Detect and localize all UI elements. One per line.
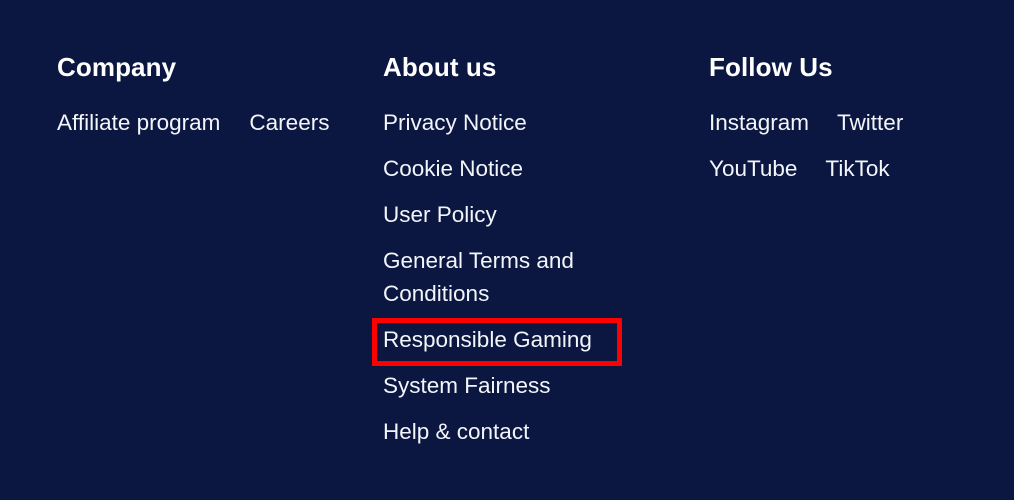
site-footer: Company Affiliate program Careers About … (0, 0, 1014, 500)
footer-link-instagram[interactable]: Instagram (709, 106, 809, 139)
footer-link-responsible-gaming[interactable]: Responsible Gaming (383, 323, 613, 356)
footer-link-twitter[interactable]: Twitter (837, 106, 903, 139)
footer-columns: Company Affiliate program Careers About … (0, 0, 1014, 500)
footer-column-company: Company Affiliate program Careers (57, 50, 367, 139)
footer-links-follow-us: Instagram Twitter YouTube TikTok (709, 106, 949, 185)
footer-column-follow-us: Follow Us Instagram Twitter YouTube TikT… (709, 50, 999, 185)
footer-link-privacy-notice[interactable]: Privacy Notice (383, 106, 613, 139)
footer-link-user-policy[interactable]: User Policy (383, 198, 613, 231)
footer-link-affiliate-program[interactable]: Affiliate program (57, 106, 220, 139)
footer-link-help-and-contact[interactable]: Help & contact (383, 415, 613, 448)
footer-heading-follow-us: Follow Us (709, 52, 833, 82)
footer-link-youtube[interactable]: YouTube (709, 152, 797, 185)
footer-heading-company: Company (57, 52, 177, 82)
footer-links-company: Affiliate program Careers (57, 106, 367, 139)
footer-link-general-terms-and-conditions[interactable]: General Terms and Conditions (383, 244, 613, 310)
footer-heading-about-us: About us (383, 52, 497, 82)
footer-link-careers[interactable]: Careers (249, 106, 329, 139)
footer-link-system-fairness[interactable]: System Fairness (383, 369, 613, 402)
footer-link-tiktok[interactable]: TikTok (825, 152, 889, 185)
footer-links-about-us: Privacy Notice Cookie Notice User Policy… (383, 106, 683, 448)
footer-column-about-us: About us Privacy Notice Cookie Notice Us… (383, 50, 683, 448)
footer-link-cookie-notice[interactable]: Cookie Notice (383, 152, 613, 185)
